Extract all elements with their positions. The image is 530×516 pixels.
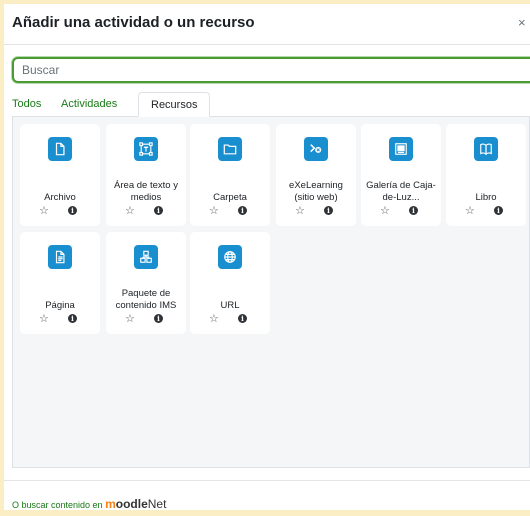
exelearning-icon <box>304 137 328 161</box>
card-archivo[interactable]: Archivo ☆ i <box>20 124 100 226</box>
footer-text: O buscar contenido en <box>12 500 103 510</box>
card-libro[interactable]: Libro ☆ i <box>446 124 526 226</box>
page-edge-top <box>0 0 530 4</box>
info-icon[interactable]: i <box>324 206 333 215</box>
star-icon[interactable]: ☆ <box>125 204 135 217</box>
info-icon[interactable]: i <box>238 206 247 215</box>
tab-actividades[interactable]: Actividades <box>61 92 117 117</box>
footer-divider <box>4 480 530 481</box>
card-label: Página <box>45 300 75 311</box>
star-icon[interactable]: ☆ <box>465 204 475 217</box>
moodle-logo-m: m <box>105 497 116 511</box>
card-galeria-caja-de-luz[interactable]: Galería de Caja-de-Luz... ☆ i <box>361 124 441 226</box>
globe-icon <box>218 245 242 269</box>
card-area-texto-medios[interactable]: Área de texto y medios ☆ i <box>106 124 186 226</box>
card-label: Carpeta <box>213 192 247 203</box>
tab-recursos[interactable]: Recursos <box>138 92 211 117</box>
moodlenet-logo[interactable]: moodleNet <box>105 497 167 511</box>
card-label: Galería de Caja-de-Luz... <box>366 180 436 203</box>
resource-grid: Archivo ☆ i Área de texto y medios ☆ i C… <box>12 117 530 468</box>
card-label: Libro <box>475 192 497 203</box>
star-icon[interactable]: ☆ <box>39 204 49 217</box>
star-icon[interactable]: ☆ <box>209 204 219 217</box>
card-label: Archivo <box>44 192 76 203</box>
info-icon[interactable]: i <box>494 206 503 215</box>
info-icon[interactable]: i <box>154 314 163 323</box>
moodlenet-footer: O buscar contenido en moodleNet <box>12 497 166 511</box>
info-icon[interactable]: i <box>154 206 163 215</box>
text-media-icon <box>134 137 158 161</box>
card-label: Paquete de contenido IMS <box>115 288 177 311</box>
card-exelearning[interactable]: eXeLearning (sitio web) ☆ i <box>276 124 356 226</box>
star-icon[interactable]: ☆ <box>209 312 219 325</box>
modal-title: Añadir una actividad o un recurso <box>12 14 255 31</box>
page-edge-left <box>0 0 4 516</box>
card-label: Área de texto y medios <box>114 180 178 203</box>
card-url[interactable]: URL ☆ i <box>190 232 270 334</box>
star-icon[interactable]: ☆ <box>380 204 390 217</box>
star-icon[interactable]: ☆ <box>295 204 305 217</box>
card-label: URL <box>220 300 240 311</box>
folder-icon <box>218 137 242 161</box>
ims-package-icon <box>134 245 158 269</box>
card-paquete-ims[interactable]: Paquete de contenido IMS ☆ i <box>106 232 186 334</box>
moodle-logo-net: Net <box>147 497 167 511</box>
page-icon <box>48 245 72 269</box>
info-icon[interactable]: i <box>68 314 77 323</box>
info-icon[interactable]: i <box>68 206 77 215</box>
book-icon <box>474 137 498 161</box>
header-divider <box>4 44 530 45</box>
card-label: eXeLearning (sitio web) <box>289 180 343 203</box>
moodle-logo-text: oodle <box>115 497 148 511</box>
search-input[interactable] <box>12 57 530 83</box>
tab-todos[interactable]: Todos <box>12 92 41 117</box>
card-pagina[interactable]: Página ☆ i <box>20 232 100 334</box>
info-icon[interactable]: i <box>238 314 247 323</box>
close-icon[interactable]: × <box>518 15 526 30</box>
file-icon <box>48 137 72 161</box>
info-icon[interactable]: i <box>409 206 418 215</box>
star-icon[interactable]: ☆ <box>39 312 49 325</box>
gallery-icon <box>389 137 413 161</box>
star-icon[interactable]: ☆ <box>125 312 135 325</box>
card-carpeta[interactable]: Carpeta ☆ i <box>190 124 270 226</box>
